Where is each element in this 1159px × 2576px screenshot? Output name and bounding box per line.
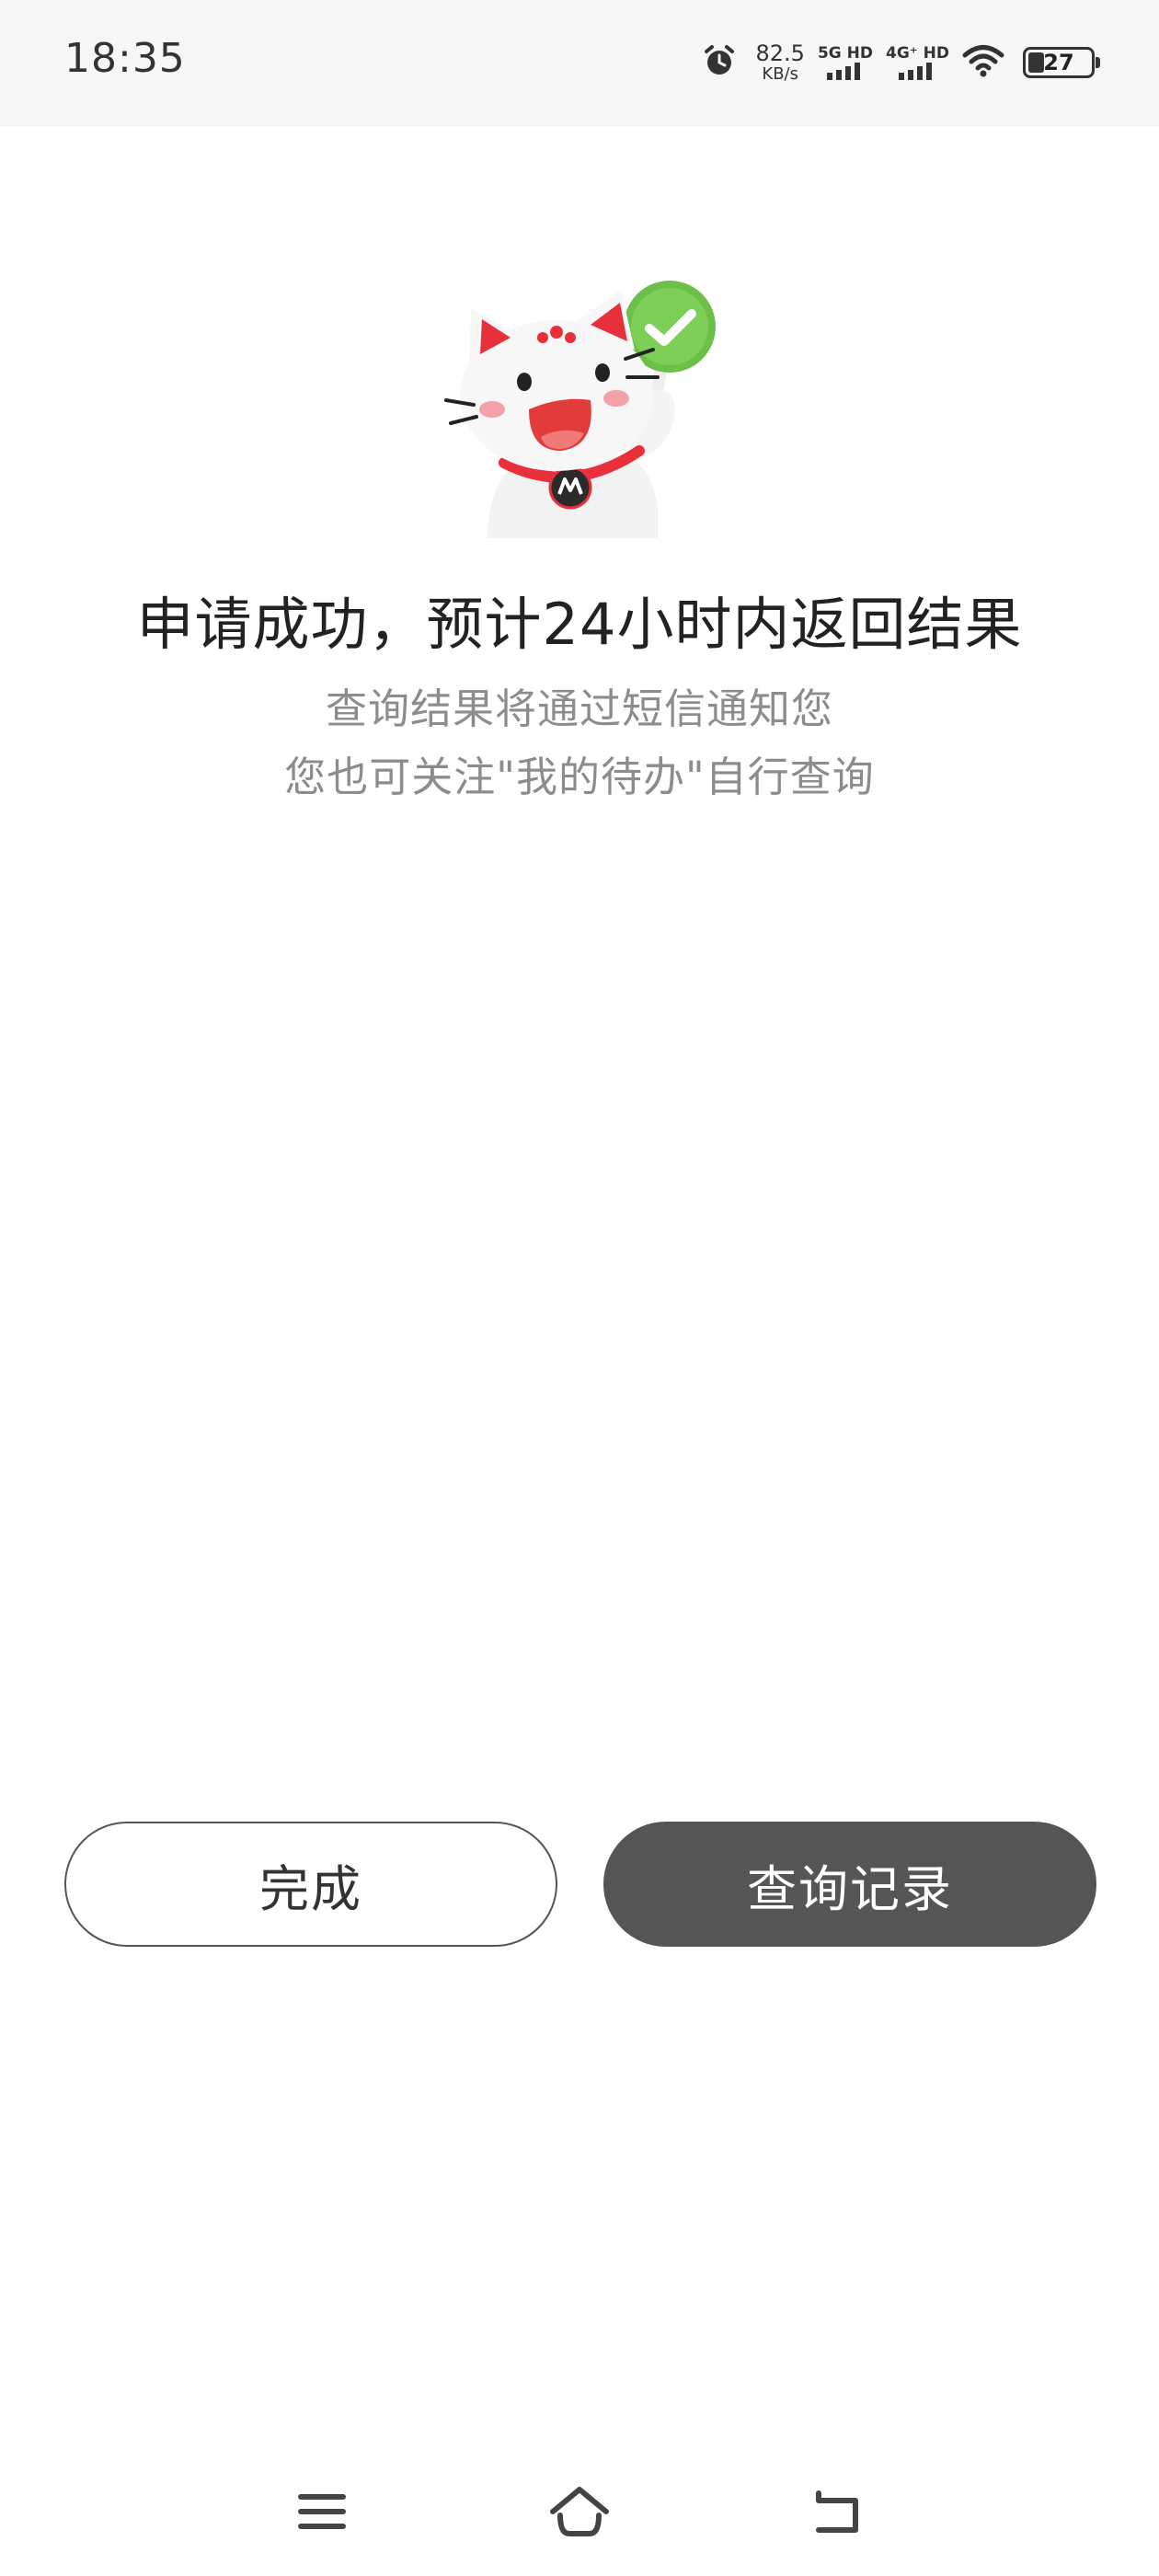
home-button[interactable]: [543, 2475, 616, 2548]
status-time: 18:35: [64, 35, 186, 82]
network-4g: 4G⁺ HD: [885, 43, 949, 80]
battery-icon: 27: [1023, 47, 1100, 78]
speed-unit: KB/s: [762, 64, 799, 84]
network-5g-label: 5G HD: [817, 43, 873, 63]
back-icon: [816, 2490, 858, 2533]
signal-icon: [826, 62, 860, 80]
system-nav-bar: [0, 2466, 1159, 2558]
home-icon: [550, 2487, 609, 2536]
menu-icon: [298, 2494, 346, 2529]
back-button[interactable]: [800, 2475, 874, 2548]
status-icons: 82.5 KB/s 5G HD 4G⁺ HD 27: [701, 37, 1100, 88]
status-bar: 18:35 82.5 KB/s 5G HD 4G⁺ HD 27: [0, 0, 1159, 127]
result-subtitle-todo: 您也可关注"我的待办"自行查询: [284, 753, 875, 801]
done-button[interactable]: 完成: [64, 1822, 557, 1947]
alarm-icon: [701, 42, 738, 83]
mascot-cat-illustration: [444, 281, 716, 538]
query-records-button[interactable]: 查询记录: [603, 1822, 1096, 1947]
battery-level: 27: [1043, 50, 1074, 75]
speed-value: 82.5: [755, 40, 805, 66]
signal-icon: [899, 62, 933, 80]
network-4g-label: 4G⁺ HD: [885, 43, 949, 63]
wifi-icon: [962, 42, 1004, 83]
screen: 18:35 82.5 KB/s 5G HD 4G⁺ HD 27 申请成功，预计2…: [0, 0, 1159, 2576]
menu-button[interactable]: [285, 2475, 359, 2548]
network-5g: 5G HD: [817, 43, 873, 80]
result-title: 申请成功，预计24小时内返回结果: [136, 591, 1023, 658]
network-speed: 82.5 KB/s: [756, 42, 805, 83]
result-subtitle-sms: 查询结果将通过短信通知您: [325, 684, 833, 733]
